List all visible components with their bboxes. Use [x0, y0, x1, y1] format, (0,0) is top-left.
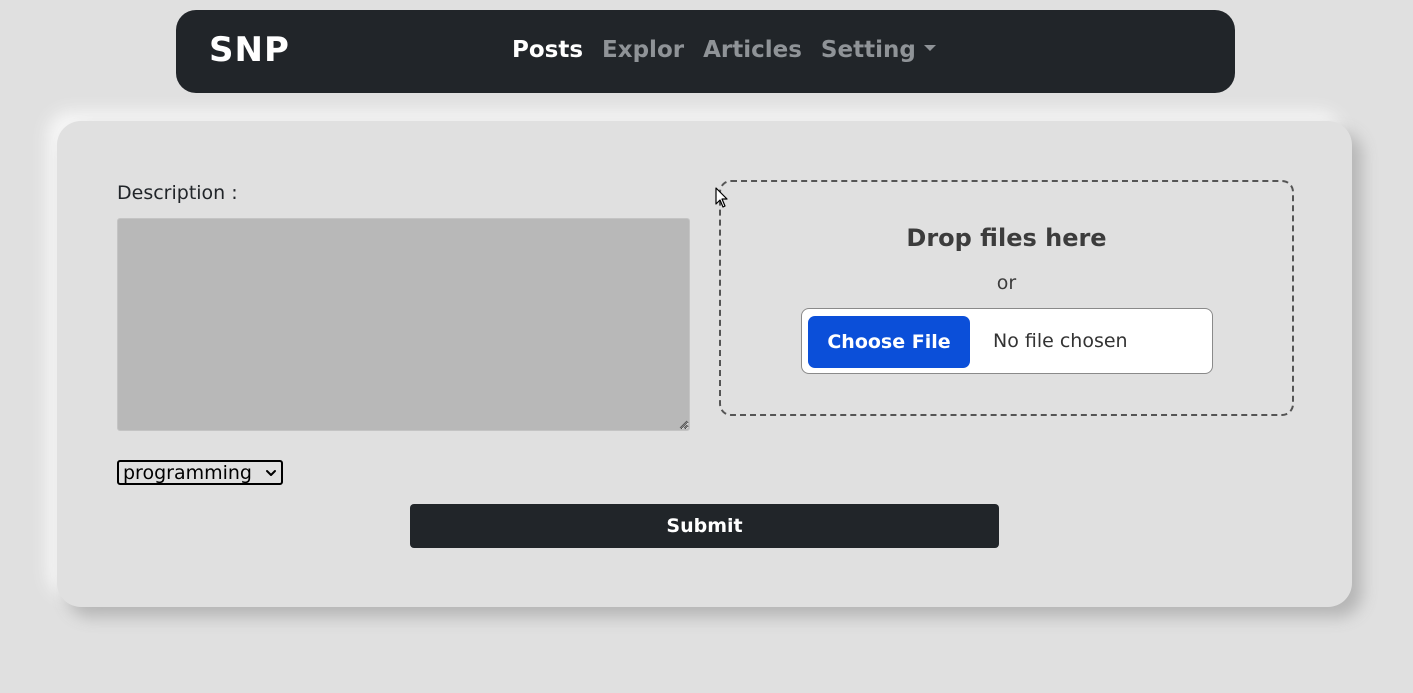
- category-select[interactable]: programming: [117, 460, 283, 485]
- file-status-text: No file chosen: [993, 330, 1128, 352]
- dropzone-title: Drop files here: [906, 224, 1107, 252]
- nav-dropdown-setting[interactable]: Setting: [821, 36, 936, 64]
- nav-link-articles[interactable]: Articles: [703, 36, 802, 64]
- nav-links: Posts Explor Articles Setting: [512, 36, 936, 64]
- dropzone-or-text: or: [996, 272, 1017, 294]
- submit-button[interactable]: Submit: [410, 504, 999, 548]
- file-input[interactable]: Choose File No file chosen: [801, 308, 1213, 374]
- brand-logo[interactable]: SNP: [209, 32, 290, 68]
- category-select-value: programming: [123, 461, 252, 484]
- file-dropzone[interactable]: Drop files here or Choose File No file c…: [719, 180, 1294, 416]
- top-navbar: SNP Posts Explor Articles Setting: [176, 10, 1235, 93]
- nav-link-setting-label: Setting: [820, 37, 916, 63]
- post-form-card: Description : Drop files here or Choose …: [57, 121, 1352, 607]
- chevron-down-icon: [266, 469, 276, 476]
- caret-down-icon: [923, 44, 936, 51]
- nav-link-explor[interactable]: Explor: [602, 36, 684, 64]
- description-label: Description :: [117, 182, 238, 204]
- nav-link-posts[interactable]: Posts: [512, 36, 583, 64]
- description-textarea[interactable]: [117, 218, 690, 431]
- choose-file-button[interactable]: Choose File: [808, 316, 970, 368]
